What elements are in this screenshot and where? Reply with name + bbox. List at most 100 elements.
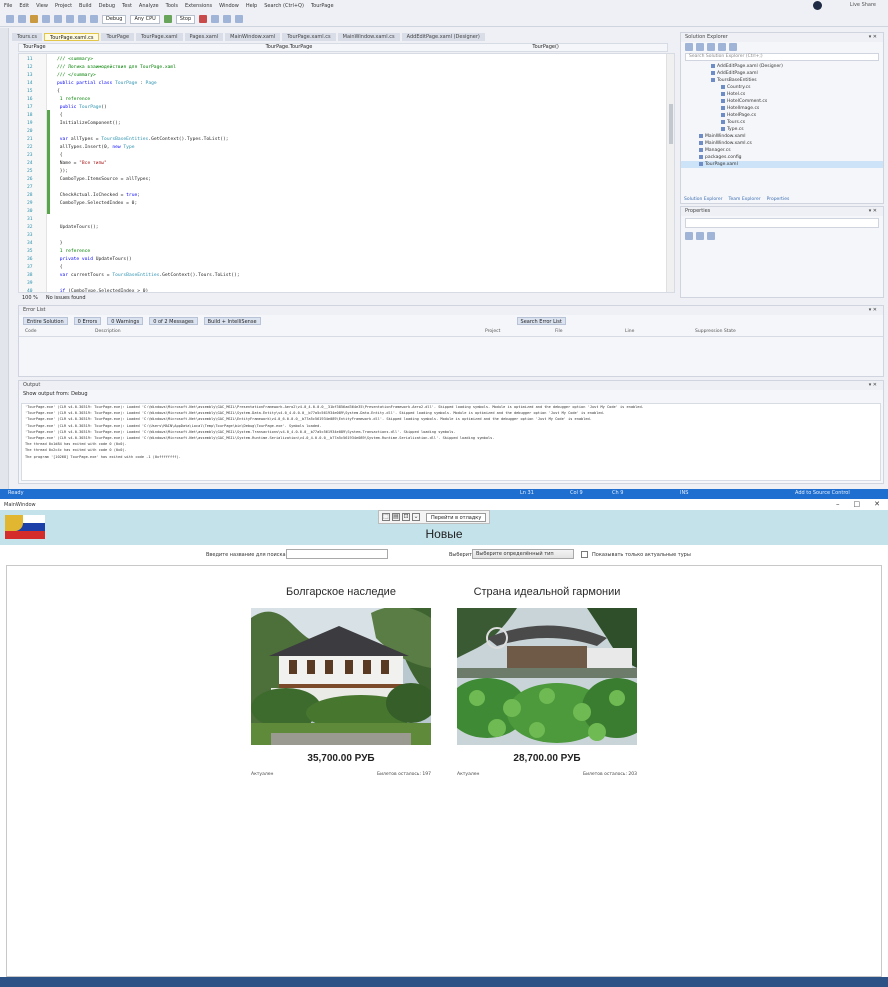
save-icon[interactable] bbox=[54, 15, 62, 23]
code-line[interactable]: 28 CheckActual.IsChecked = true; bbox=[27, 192, 140, 200]
menu-item[interactable]: TourPage bbox=[311, 3, 334, 9]
code-line[interactable]: 15 { bbox=[27, 88, 60, 96]
collapse-icon[interactable] bbox=[707, 43, 715, 51]
code-line[interactable]: 36 private void UpdateTours() bbox=[27, 256, 132, 264]
build-dropdown[interactable]: Build + IntelliSense bbox=[203, 317, 261, 325]
code-line[interactable]: 21 var allTypes = ToursBaseEntities.GetC… bbox=[27, 136, 229, 144]
code-line[interactable]: 29 ComboType.SelectedIndex = 0; bbox=[27, 200, 137, 208]
scrollbar-thumb[interactable] bbox=[669, 104, 673, 144]
code-line[interactable]: 33 bbox=[27, 232, 57, 240]
warnings-filter[interactable]: 0 Warnings bbox=[107, 317, 144, 325]
new-project-icon[interactable] bbox=[30, 15, 38, 23]
editor-scrollbar[interactable] bbox=[666, 54, 674, 292]
document-tab[interactable]: TourPage bbox=[101, 33, 135, 41]
solution-tree-item[interactable]: Hotel.cs bbox=[681, 91, 883, 98]
column-header[interactable]: File bbox=[555, 329, 615, 334]
display-layout-icon[interactable]: ▤ bbox=[392, 513, 400, 521]
alphabetical-icon[interactable] bbox=[696, 232, 704, 240]
panel-pin-icon[interactable]: ▾ ✕ bbox=[869, 306, 877, 315]
zoom-level[interactable]: 100 % bbox=[22, 295, 38, 301]
menu-item[interactable]: Window bbox=[219, 3, 239, 9]
save-all-icon[interactable] bbox=[66, 15, 74, 23]
solution-tree-item[interactable]: Type.cs bbox=[681, 126, 883, 133]
account-avatar[interactable] bbox=[813, 1, 822, 10]
code-editor[interactable]: 11 /// <summary> 12 /// Логика взаимодейств… bbox=[18, 53, 675, 293]
menu-item[interactable]: File bbox=[4, 3, 12, 9]
menu-item[interactable]: Analyze bbox=[139, 3, 159, 9]
output-source-dropdown[interactable]: Show output from: Debug bbox=[19, 390, 883, 398]
panel-pin-icon[interactable]: ▾ ✕ bbox=[869, 207, 877, 216]
search-input[interactable] bbox=[286, 549, 388, 559]
code-line[interactable]: 19 InitializeComponent(); bbox=[27, 120, 121, 128]
document-tab[interactable]: TourPage.xaml.cs bbox=[282, 33, 336, 41]
solution-tree-item[interactable]: AddEditPage.xaml bbox=[681, 70, 883, 77]
go-to-live-visual-tree-button[interactable]: Перейти в отладку bbox=[426, 512, 487, 522]
code-line[interactable]: 13 /// </summary> bbox=[27, 72, 96, 80]
code-line[interactable]: 39 bbox=[27, 280, 57, 288]
panel-tab[interactable]: Properties bbox=[767, 196, 790, 204]
sync-icon[interactable] bbox=[696, 43, 704, 51]
solution-tree-item[interactable]: Tours.cs bbox=[681, 119, 883, 126]
platform-dropdown[interactable]: Any CPU bbox=[130, 14, 160, 24]
output-text[interactable]: 'TourPage.exe' (CLR v4.0.30319: TourPage… bbox=[21, 403, 881, 481]
solution-tree-item[interactable]: AddEditPage.xaml (Designer) bbox=[681, 63, 883, 70]
menu-item[interactable]: Test bbox=[122, 3, 132, 9]
maximize-icon[interactable]: □ bbox=[854, 500, 861, 508]
panel-pin-icon[interactable]: ▾ ✕ bbox=[869, 381, 877, 390]
config-dropdown[interactable]: Debug bbox=[102, 14, 127, 24]
document-tab[interactable]: TourPage.xaml bbox=[136, 33, 183, 41]
code-line[interactable]: 17 public TourPage() bbox=[27, 104, 107, 112]
back-icon[interactable] bbox=[6, 15, 14, 23]
document-tab[interactable]: TourPage.xaml.cs bbox=[44, 33, 100, 41]
show-all-icon[interactable] bbox=[729, 43, 737, 51]
menu-item[interactable]: Debug bbox=[99, 3, 115, 9]
code-line[interactable]: 32 UpdateTours(); bbox=[27, 224, 99, 232]
code-line[interactable]: 25 }); bbox=[27, 168, 68, 176]
undo-icon[interactable] bbox=[78, 15, 86, 23]
status-source-control-label[interactable]: Add to Source Control bbox=[795, 490, 850, 496]
restart-icon[interactable] bbox=[211, 15, 220, 23]
continue-icon[interactable] bbox=[163, 15, 172, 23]
code-line[interactable]: 12 /// Логика взаимодействия для TourPage… bbox=[27, 64, 176, 72]
type-select[interactable]: Выберите определённый тип bbox=[472, 549, 574, 559]
messages-filter[interactable]: 0 of 2 Messages bbox=[149, 317, 198, 325]
column-header[interactable]: Code bbox=[25, 329, 85, 334]
home-icon[interactable] bbox=[685, 43, 693, 51]
solution-tree-item[interactable]: Country.cs bbox=[681, 84, 883, 91]
nav-member-dropdown[interactable]: TourPage() bbox=[532, 44, 559, 51]
actual-checkbox[interactable] bbox=[581, 551, 588, 558]
solution-tree-item[interactable]: ToursBaseEntities bbox=[681, 77, 883, 84]
expand-icon[interactable]: ⌄ bbox=[412, 513, 420, 521]
solution-tree-item[interactable]: MainWindow.xaml.cs bbox=[681, 140, 883, 147]
code-line[interactable]: 20 bbox=[27, 128, 57, 136]
errors-filter[interactable]: 0 Errors bbox=[73, 317, 102, 325]
tours-list[interactable]: Болгарское наследие 35,700.00 РУБ Актуал… bbox=[6, 565, 882, 977]
menu-item[interactable]: Project bbox=[55, 3, 72, 9]
panel-tab[interactable]: Team Explorer bbox=[729, 196, 761, 204]
properties-icon[interactable] bbox=[718, 43, 726, 51]
code-line[interactable]: 31 bbox=[27, 216, 57, 224]
code-line[interactable]: 35 1 reference bbox=[27, 248, 90, 256]
document-tab[interactable]: Tours.cs bbox=[12, 33, 43, 41]
column-header[interactable]: Project bbox=[485, 329, 545, 334]
solution-tree-item[interactable]: packages.config bbox=[681, 154, 883, 161]
track-focus-icon[interactable]: ⊡ bbox=[402, 513, 410, 521]
column-header[interactable]: Description bbox=[95, 329, 475, 334]
column-header[interactable]: Suppression State bbox=[695, 329, 755, 334]
document-tab[interactable]: MainWindow.xaml bbox=[225, 33, 281, 41]
close-icon[interactable]: ✕ bbox=[874, 500, 880, 508]
code-line[interactable]: 38 var currentTours = ToursBaseEntities.… bbox=[27, 272, 240, 280]
code-line[interactable]: 26 ComboType.ItemsSource = allTypes; bbox=[27, 176, 151, 184]
code-line[interactable]: 18 { bbox=[27, 112, 63, 120]
document-tab[interactable]: MainWindow.xaml.cs bbox=[337, 33, 400, 41]
categorized-icon[interactable] bbox=[685, 232, 693, 240]
open-icon[interactable] bbox=[42, 15, 50, 23]
solution-tree-item[interactable]: Manager.cs bbox=[681, 147, 883, 154]
code-line[interactable]: 16 1 reference bbox=[27, 96, 90, 104]
redo-icon[interactable] bbox=[90, 15, 98, 23]
error-search-input[interactable]: Search Error List bbox=[516, 317, 566, 325]
menu-item[interactable]: Extensions bbox=[185, 3, 212, 9]
solution-tree-item[interactable]: TourPage.xaml bbox=[681, 161, 883, 168]
code-line[interactable]: 23 { bbox=[27, 152, 63, 160]
menu-item[interactable]: Tools bbox=[166, 3, 178, 9]
